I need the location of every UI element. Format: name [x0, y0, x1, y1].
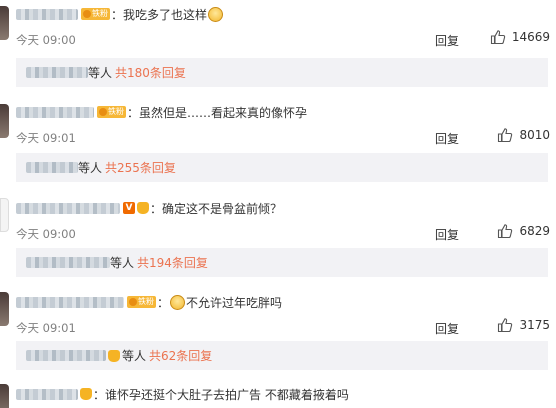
comment-text: 我吃多了也这样	[123, 7, 208, 22]
thumbs-up-icon	[498, 318, 513, 333]
avatar[interactable]	[0, 198, 9, 232]
fan-badge: 铁粉	[81, 8, 110, 20]
sub-replies-box: 等人 共180条回复	[16, 58, 548, 87]
sub-etc: 等人	[78, 161, 103, 175]
avatar[interactable]	[0, 6, 9, 40]
like-button[interactable]: 3175	[497, 317, 550, 333]
crown-icon	[137, 202, 149, 214]
badge-icon	[129, 298, 137, 306]
colon: ：	[157, 295, 170, 310]
comment-text: 虽然但是……看起来真的像怀孕	[139, 105, 308, 120]
badge-icon	[83, 10, 91, 18]
badge-icon	[99, 108, 107, 116]
username-blurred[interactable]	[16, 388, 78, 400]
reply-users-blurred	[26, 162, 78, 173]
avatar[interactable]	[0, 104, 9, 138]
reply-users-blurred	[26, 67, 88, 78]
avatar[interactable]	[0, 292, 9, 326]
emoji-icon	[170, 294, 186, 310]
comment-text: 确定这不是骨盆前倾？	[162, 201, 283, 216]
comment-text: 不允许过年吃胖吗	[186, 295, 283, 310]
thumbs-up-icon	[498, 224, 513, 239]
username-blurred[interactable]	[16, 296, 124, 308]
sub-etc: 等人	[110, 256, 135, 270]
reply-button[interactable]: 回复	[435, 320, 459, 337]
like-button[interactable]: 14669	[490, 29, 550, 45]
badge-label: 铁粉	[138, 297, 154, 306]
sub-replies-box: 等人 共62条回复	[16, 341, 548, 370]
comment-line: V ： 确定这不是骨盆前倾？	[16, 200, 282, 216]
sub-replies-box: 等人 共255条回复	[16, 153, 548, 182]
username-blurred[interactable]	[16, 8, 78, 20]
comment-line: 铁粉 ： 我吃多了也这样	[16, 6, 224, 22]
reply-users-blurred	[26, 257, 110, 268]
colon: ：	[127, 105, 140, 120]
username-blurred[interactable]	[16, 202, 120, 214]
thumbs-up-icon	[498, 128, 513, 143]
sub-etc: 等人	[88, 66, 113, 80]
sub-etc: 等人	[122, 349, 147, 363]
like-count: 14669	[511, 30, 550, 44]
view-replies-link[interactable]: 共180条回复	[115, 64, 186, 81]
comment-line: 铁粉 ： 不允许过年吃胖吗	[16, 294, 282, 310]
sub-replies-box: 等人 共194条回复	[16, 248, 548, 277]
verified-v-icon: V	[123, 202, 135, 214]
colon: ：	[93, 387, 106, 402]
view-replies-link[interactable]: 共255条回复	[105, 159, 176, 176]
fan-badge: 铁粉	[127, 296, 156, 308]
reply-button[interactable]: 回复	[435, 226, 459, 243]
like-count: 6829	[519, 224, 550, 238]
like-button[interactable]: 6829	[497, 223, 550, 239]
like-count: 8010	[519, 128, 550, 142]
like-button[interactable]: 8010	[497, 127, 550, 143]
view-replies-link[interactable]: 共194条回复	[137, 254, 208, 271]
comment-line: 铁粉 ： 虽然但是……看起来真的像怀孕	[16, 104, 307, 120]
comment-time: 今天 09:01	[16, 321, 76, 335]
avatar[interactable]	[0, 384, 9, 408]
reply-button[interactable]: 回复	[435, 130, 459, 147]
comment-time: 今天 09:00	[16, 33, 76, 47]
crown-icon	[80, 388, 92, 400]
emoji-icon	[208, 6, 224, 22]
badge-label: 铁粉	[92, 9, 108, 18]
reply-button[interactable]: 回复	[435, 32, 459, 49]
comment-time: 今天 09:00	[16, 227, 76, 241]
badge-label: 铁粉	[108, 107, 124, 116]
thumbs-up-icon	[490, 30, 505, 45]
comment-line: ： 谁怀孕还挺个大肚子去拍广告 不都藏着掖着吗	[16, 386, 349, 402]
reply-users-blurred	[26, 350, 106, 361]
username-blurred[interactable]	[16, 106, 94, 118]
like-count: 3175	[519, 318, 550, 332]
fan-badge: 铁粉	[97, 106, 126, 118]
crown-icon	[108, 349, 120, 362]
comment-time: 今天 09:01	[16, 131, 76, 145]
comment-text: 谁怀孕还挺个大肚子去拍广告 不都藏着掖着吗	[105, 387, 349, 402]
colon: ：	[111, 7, 124, 22]
view-replies-link[interactable]: 共62条回复	[149, 347, 212, 364]
colon: ：	[150, 201, 163, 216]
